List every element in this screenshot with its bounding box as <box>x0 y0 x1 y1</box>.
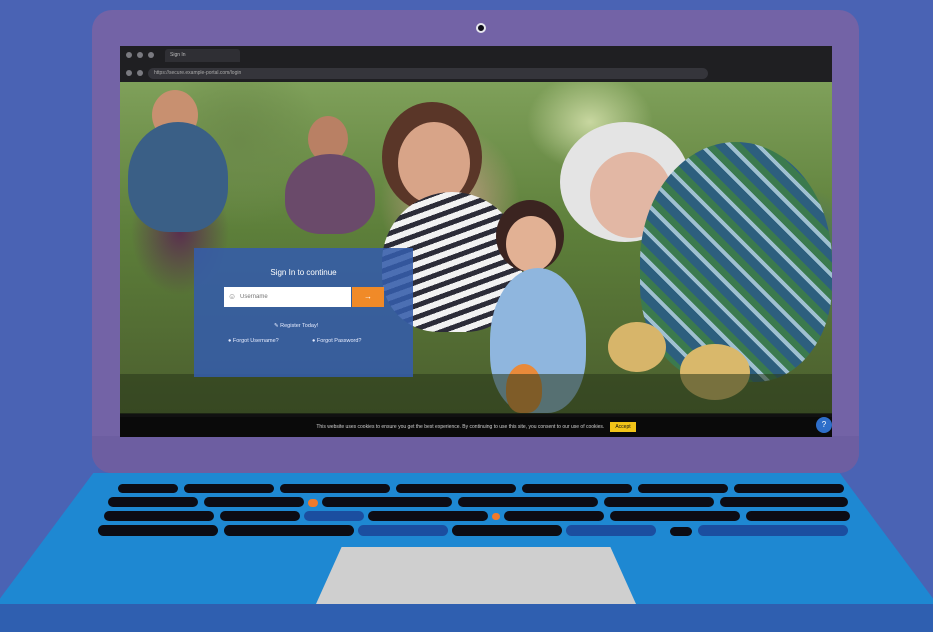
keyboard-key <box>746 511 850 521</box>
laptop-screen: Sign In https://secure.example-portal.co… <box>120 46 832 437</box>
forward-icon[interactable] <box>148 52 154 58</box>
forgot-password-link[interactable]: ● Forgot Password? <box>312 338 362 344</box>
browser-logo-icon <box>126 52 132 58</box>
address-bar[interactable]: https://secure.example-portal.com/login <box>148 67 708 79</box>
keyboard-key <box>610 511 740 521</box>
keyboard-key <box>98 525 218 536</box>
keyboard-key <box>566 525 656 536</box>
photo-figure <box>640 142 832 382</box>
trackpad <box>316 547 636 604</box>
browser-tab[interactable]: Sign In <box>165 48 240 62</box>
back-icon[interactable] <box>137 52 143 58</box>
keyboard <box>98 482 858 542</box>
photo-figure <box>128 122 228 232</box>
photo-figure <box>120 374 832 414</box>
keyboard-key <box>698 525 848 536</box>
keyboard-key <box>108 497 198 507</box>
keyboard-key <box>522 484 632 493</box>
register-link[interactable]: ✎ Register Today! <box>274 323 318 329</box>
signin-title: Sign In to continue <box>270 268 337 277</box>
keyboard-key <box>224 525 354 536</box>
forgot-username-link[interactable]: ● Forgot Username? <box>228 338 279 344</box>
cookie-accept-button[interactable]: Accept <box>610 422 636 432</box>
username-input[interactable] <box>224 287 351 307</box>
keyboard-key <box>504 511 604 521</box>
keyboard-key <box>452 525 562 536</box>
keyboard-key <box>308 499 318 507</box>
submit-button[interactable]: → <box>352 287 384 307</box>
keyboard-key <box>734 484 844 493</box>
forgot-password-label: Forgot Password? <box>316 338 362 344</box>
keyboard-key <box>368 511 488 521</box>
laptop-hinge <box>92 436 859 473</box>
keyboard-key <box>604 497 714 507</box>
chat-icon[interactable]: ? <box>816 417 832 433</box>
register-label: Register Today! <box>280 323 319 329</box>
cookie-text: This website uses cookies to ensure you … <box>316 424 605 430</box>
keyboard-key <box>670 527 692 536</box>
keyboard-key <box>118 484 178 493</box>
reload-icon[interactable] <box>126 70 132 76</box>
keyboard-key <box>720 497 848 507</box>
cookie-banner: This website uses cookies to ensure you … <box>120 417 832 437</box>
keyboard-key <box>322 497 452 507</box>
keyboard-key <box>304 511 364 521</box>
browser-chrome: Sign In https://secure.example-portal.co… <box>120 46 832 82</box>
keyboard-key <box>104 511 214 521</box>
keyboard-key <box>358 525 448 536</box>
keyboard-key <box>220 511 300 521</box>
photo-figure <box>285 154 375 234</box>
keyboard-key <box>280 484 390 493</box>
keyboard-key <box>492 513 500 520</box>
webcam-icon <box>476 23 486 33</box>
laptop-base-front <box>0 604 933 632</box>
forgot-username-label: Forgot Username? <box>232 338 279 344</box>
address-row: https://secure.example-portal.com/login <box>120 64 832 82</box>
photo-figure <box>608 322 666 372</box>
keyboard-key <box>396 484 516 493</box>
keyboard-key <box>458 497 598 507</box>
photo-figure <box>506 216 556 272</box>
keyboard-key <box>184 484 274 493</box>
keyboard-key <box>638 484 728 493</box>
home-icon[interactable] <box>137 70 143 76</box>
user-icon: ☺ <box>228 292 237 301</box>
tab-bar: Sign In <box>120 46 832 64</box>
keyboard-key <box>204 497 304 507</box>
signin-panel: Sign In to continue ☺ → ✎ Register Today… <box>194 248 413 377</box>
